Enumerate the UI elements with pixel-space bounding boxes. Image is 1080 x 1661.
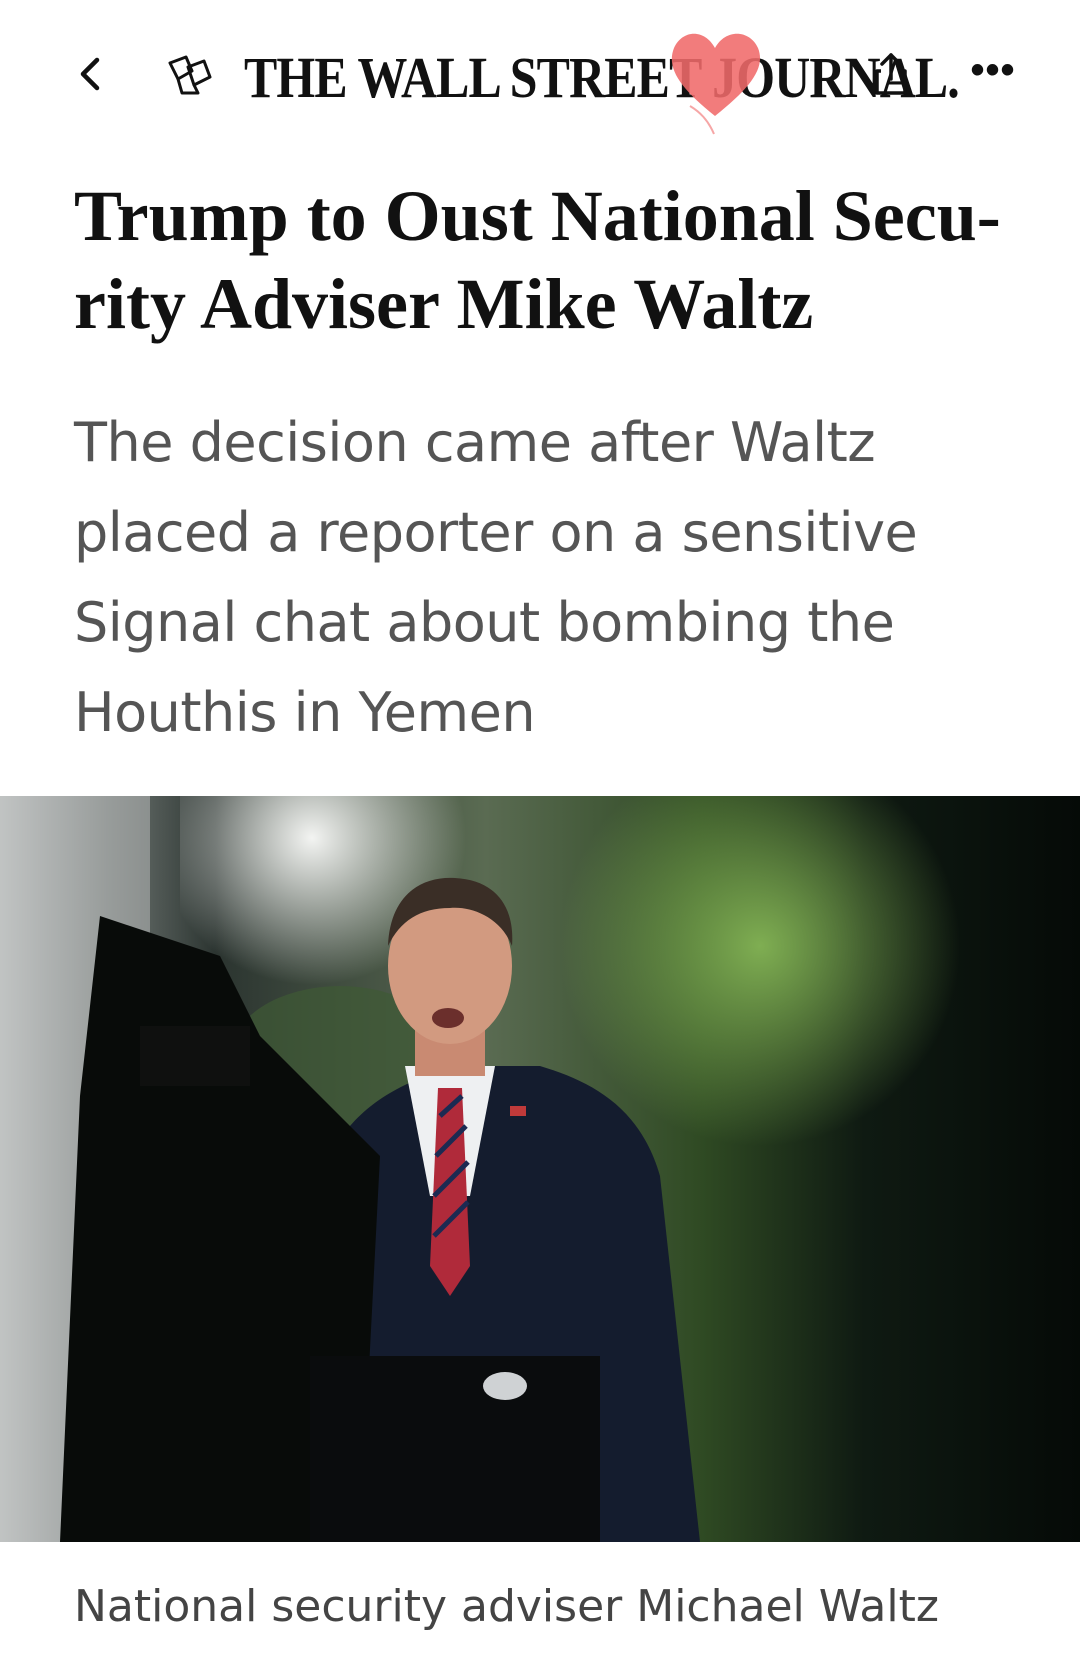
publication-logo[interactable]: THE WALL STREET JOURNAL.	[244, 38, 960, 118]
more-options-icon: •••	[970, 47, 1016, 92]
photo-of-speaker-at-podium	[0, 796, 1080, 1542]
gift-article-button[interactable]	[160, 46, 220, 106]
back-button[interactable]	[68, 44, 112, 104]
article-hero-photo[interactable]	[0, 796, 1080, 1542]
caption-fade	[0, 1640, 1080, 1661]
top-navigation-bar: THE WALL STREET JOURNAL. •••	[0, 0, 1080, 150]
article-headline: Trump to Oust National Secu-rity Adviser…	[74, 176, 1001, 344]
more-options-button[interactable]: •••	[958, 40, 1028, 100]
article-subheadline: The decision came after Waltz placed a r…	[74, 411, 918, 744]
share-button[interactable]	[864, 44, 918, 104]
photo-caption: National security adviser Michael Waltz	[74, 1581, 939, 1632]
share-icon	[875, 53, 907, 95]
gift-article-icon	[168, 55, 212, 95]
chevron-left-icon	[80, 57, 100, 91]
